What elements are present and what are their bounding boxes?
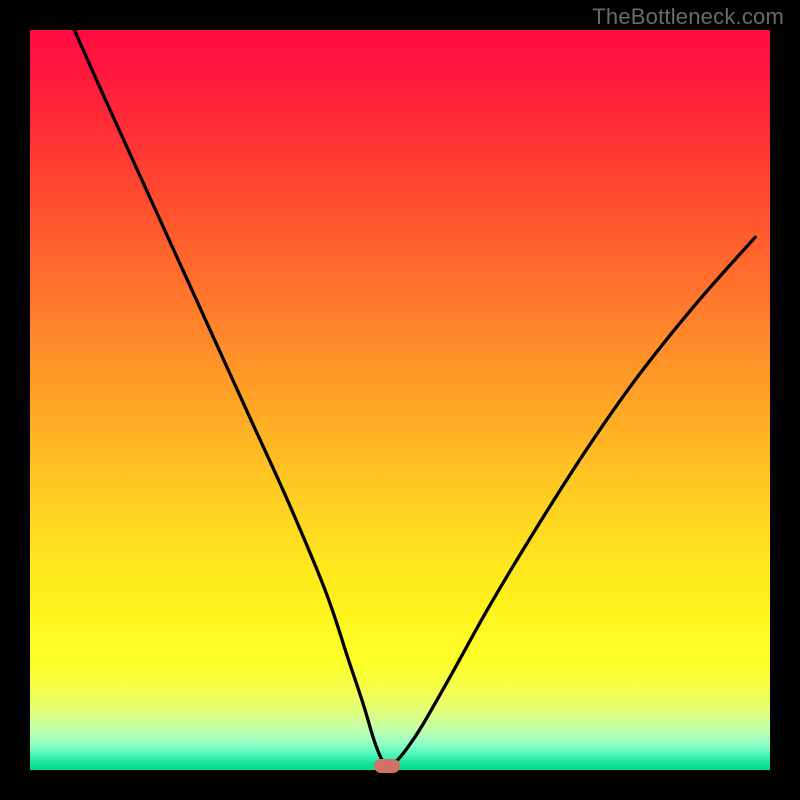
chart-frame: TheBottleneck.com — [0, 0, 800, 800]
optimal-marker — [374, 759, 400, 773]
curve-layer — [30, 30, 770, 770]
bottleneck-curve — [74, 30, 755, 766]
watermark-text: TheBottleneck.com — [592, 4, 784, 30]
plot-area — [30, 30, 770, 770]
